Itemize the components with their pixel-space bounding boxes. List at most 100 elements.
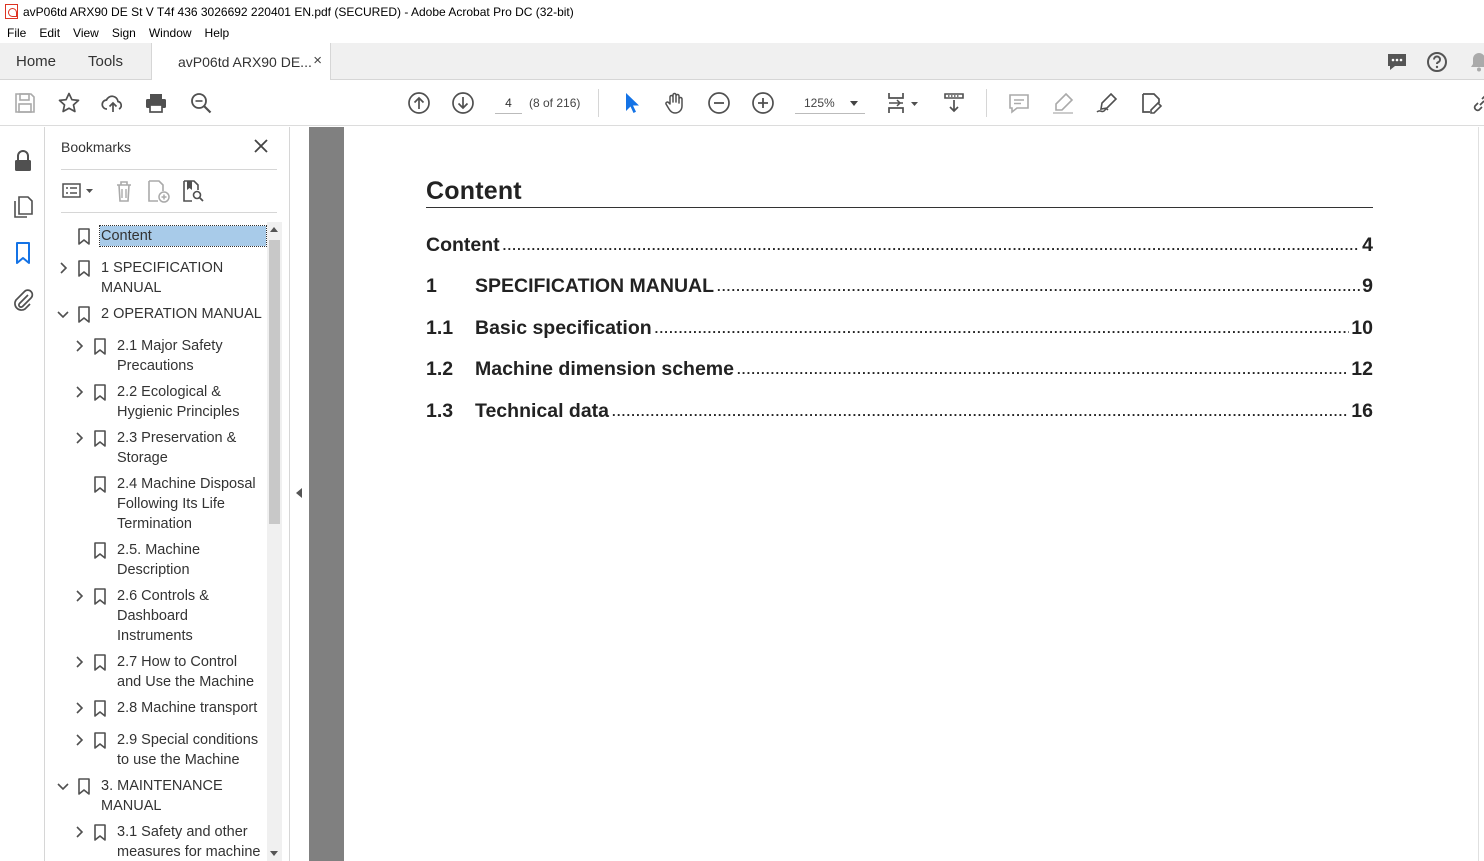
bookmarks-scrollbar[interactable] <box>267 222 282 861</box>
help-icon[interactable] <box>1426 51 1448 73</box>
tab-tools[interactable]: Tools <box>88 43 123 80</box>
attachments-icon[interactable] <box>11 288 35 312</box>
zoom-search-icon[interactable] <box>189 91 213 115</box>
collapse-panel-icon[interactable] <box>296 488 302 498</box>
bookmark-2-2[interactable]: 2.2 Ecological & Hygienic Principles <box>45 382 267 426</box>
bookmark-2-1[interactable]: 2.1 Major Safety Precautions <box>45 336 267 380</box>
bookmark-content[interactable]: Content <box>45 225 267 250</box>
notification-bell-icon[interactable] <box>1468 51 1484 73</box>
scroll-mode-icon[interactable] <box>942 91 966 115</box>
toc-page-number: 16 <box>1351 400 1373 422</box>
toc-entry[interactable]: 1.1 Basic specification ................… <box>426 314 1373 340</box>
edit-pdf-icon[interactable] <box>1139 91 1163 115</box>
bookmark-1-specification-manual[interactable]: 1 SPECIFICATION MANUAL <box>45 258 267 302</box>
bookmark-2-5[interactable]: 2.5. Machine Description <box>45 540 267 584</box>
chevron-right-icon[interactable] <box>74 431 86 445</box>
tab-home[interactable]: Home <box>16 43 56 80</box>
menu-window[interactable]: Window <box>142 26 198 40</box>
next-page-icon[interactable] <box>451 91 475 115</box>
find-bookmark-icon[interactable] <box>181 179 205 203</box>
scrollbar-thumb[interactable] <box>269 240 280 524</box>
bookmark-label: 2.9 Special conditions to use the Machin… <box>117 732 259 768</box>
bookmark-label: 2 OPERATION MANUAL <box>101 306 262 322</box>
select-cursor-icon[interactable] <box>619 91 643 115</box>
tab-bar: Home Tools avP06td ARX90 DE... × <box>0 43 1484 81</box>
toc-entry[interactable]: 1.2 Machine dimension scheme ...........… <box>426 355 1373 381</box>
save-icon[interactable] <box>13 91 37 115</box>
toc-entry[interactable]: 1 SPECIFICATION MANUAL .................… <box>426 272 1373 298</box>
toc-title: Machine dimension scheme <box>475 358 734 380</box>
bookmark-2-7[interactable]: 2.7 How to Control and Use the Machine <box>45 652 267 696</box>
print-icon[interactable] <box>144 91 168 115</box>
scroll-up-icon[interactable] <box>270 227 278 232</box>
bookmark-2-operation-manual[interactable]: 2 OPERATION MANUAL <box>45 304 267 328</box>
scroll-down-icon[interactable] <box>270 851 278 856</box>
tab-document[interactable]: avP06td ARX90 DE... × <box>151 43 331 81</box>
bookmark-2-3[interactable]: 2.3 Preservation & Storage <box>45 428 267 472</box>
document-scroll-edge <box>1478 127 1484 861</box>
toc-leader-dots: ........................................… <box>612 404 1349 419</box>
bookmark-icon <box>94 824 106 841</box>
zoom-level-dropdown[interactable]: 125% <box>795 92 865 114</box>
bookmark-label: Content <box>99 225 267 247</box>
bookmark-2-9[interactable]: 2.9 Special conditions to use the Machin… <box>45 730 267 774</box>
bookmark-icon <box>94 588 106 605</box>
bookmark-icon <box>94 732 106 749</box>
bookmark-label: 1 SPECIFICATION MANUAL <box>101 260 224 296</box>
bookmarks-panel-icon[interactable] <box>11 241 35 265</box>
menu-edit[interactable]: Edit <box>32 26 66 40</box>
bookmark-options-icon[interactable] <box>61 179 95 203</box>
highlight-pen-icon[interactable] <box>1051 91 1075 115</box>
bookmark-label: 2.2 Ecological & Hygienic Principles <box>117 384 240 420</box>
page-heading: Content <box>426 177 522 205</box>
close-panel-icon[interactable] <box>252 137 270 155</box>
previous-page-icon[interactable] <box>407 91 431 115</box>
chevron-right-icon[interactable] <box>74 589 86 603</box>
toc-entry[interactable]: 1.3 Technical data .....................… <box>426 397 1373 423</box>
zoom-out-icon[interactable] <box>707 91 731 115</box>
left-navigation-rail <box>0 127 45 861</box>
menu-view[interactable]: View <box>66 26 105 40</box>
hand-tool-icon[interactable] <box>663 91 687 115</box>
bookmark-3-1[interactable]: 3.1 Safety and other measures for machin… <box>45 822 267 861</box>
share-link-icon[interactable] <box>1470 91 1484 115</box>
menu-help[interactable]: Help <box>198 26 236 40</box>
chevron-right-icon[interactable] <box>74 655 86 669</box>
page-thumbnails-icon[interactable] <box>11 195 35 219</box>
menu-sign[interactable]: Sign <box>105 26 142 40</box>
chevron-right-icon[interactable] <box>74 385 86 399</box>
chevron-right-icon[interactable] <box>74 339 86 353</box>
toolbar-divider <box>986 89 987 117</box>
close-tab-icon[interactable]: × <box>313 52 322 69</box>
page-display-icon[interactable] <box>886 91 920 115</box>
document-tab-label: avP06td ARX90 DE... <box>178 54 312 70</box>
bookmark-icon <box>94 476 106 493</box>
lock-icon[interactable] <box>11 149 35 173</box>
bookmark-label: 2.4 Machine Disposal Following Its Life … <box>117 476 256 532</box>
chevron-right-icon[interactable] <box>74 733 86 747</box>
bookmark-star-icon[interactable] <box>57 91 81 115</box>
toc-entry[interactable]: Content ................................… <box>426 231 1373 257</box>
document-viewport[interactable]: Content Content ........................… <box>309 127 1484 861</box>
chevron-right-icon[interactable] <box>58 261 70 275</box>
add-comment-icon[interactable] <box>1007 91 1031 115</box>
page-count-label: (8 of 216) <box>529 96 581 110</box>
chevron-down-icon[interactable] <box>56 308 70 322</box>
page-number-input[interactable] <box>495 92 522 114</box>
bookmark-icon <box>78 778 90 795</box>
delete-bookmark-icon[interactable] <box>113 179 135 203</box>
chevron-down-icon[interactable] <box>56 780 70 794</box>
chevron-right-icon[interactable] <box>74 701 86 715</box>
bookmark-2-6[interactable]: 2.6 Controls & Dashboard Instruments <box>45 586 267 650</box>
bookmark-3-maintenance-manual[interactable]: 3. MAINTENANCE MANUAL <box>45 776 267 820</box>
bookmark-2-8[interactable]: 2.8 Machine transport <box>45 698 267 722</box>
menu-file[interactable]: File <box>0 26 32 40</box>
upload-cloud-icon[interactable] <box>101 91 125 115</box>
bookmark-2-4[interactable]: 2.4 Machine Disposal Following Its Life … <box>45 474 267 538</box>
comment-icon[interactable] <box>1386 51 1408 73</box>
chevron-right-icon[interactable] <box>74 825 86 839</box>
panel-collapse-strip[interactable] <box>290 127 309 861</box>
new-bookmark-icon[interactable] <box>146 179 170 203</box>
zoom-in-icon[interactable] <box>751 91 775 115</box>
draw-signature-icon[interactable] <box>1095 91 1119 115</box>
